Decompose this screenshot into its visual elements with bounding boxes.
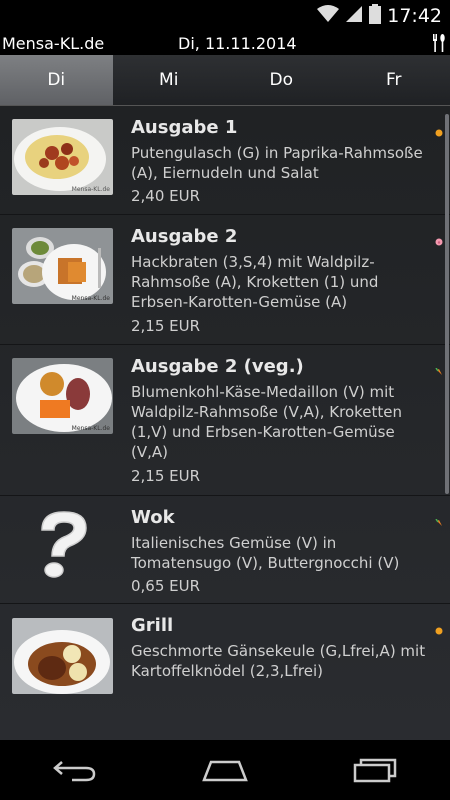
orange-dot-icon — [435, 620, 443, 635]
meal-description: Italienisches Gemüse (V) in Tomatensugo … — [131, 534, 400, 572]
navigation-bar — [0, 740, 450, 800]
home-icon — [202, 760, 248, 782]
svg-text:Mensa-KL.de: Mensa-KL.de — [72, 425, 111, 432]
back-arrow-icon — [53, 761, 96, 782]
carrot-icon — [435, 361, 443, 375]
wifi-icon — [317, 5, 340, 27]
list-item[interactable]: Wok Italienisches Gemüse (V) in Tomatens… — [0, 496, 450, 604]
meal-price: 2,40 EUR — [131, 187, 201, 205]
pig-icon — [435, 231, 443, 246]
carrot-icon — [435, 512, 443, 526]
meal-price: 0,65 EUR — [131, 577, 201, 595]
status-bar: 17:42 — [0, 0, 450, 33]
home-button[interactable] — [195, 750, 255, 790]
svg-text:Mensa-KL.de: Mensa-KL.de — [72, 295, 111, 302]
meal-title: Wok — [131, 507, 175, 528]
orange-dot-icon — [435, 122, 443, 137]
tab-fr[interactable]: Fr — [338, 55, 450, 105]
meal-price: 2,15 EUR — [131, 317, 201, 335]
app-title: Mensa-KL.de — [2, 34, 105, 53]
battery-icon — [369, 4, 382, 28]
meal-photo — [12, 618, 113, 694]
meal-description: Hackbraten (3,S,4) mit Waldpilz-Rahmsoße… — [131, 253, 379, 311]
list-item[interactable]: Mensa-KL.de Ausgabe 2 (veg.) Blumenkohl-… — [0, 345, 450, 496]
tab-mi[interactable]: Mi — [113, 55, 226, 105]
back-button[interactable] — [45, 750, 105, 790]
meal-title: Ausgabe 1 — [131, 117, 238, 138]
list-item[interactable]: Grill Geschmorte Gänsekeule (G,Lfrei,A) … — [0, 604, 450, 740]
clock: 17:42 — [387, 5, 442, 27]
list-item[interactable]: Mensa-KL.de Ausgabe 2 Hackbraten (3,S,4)… — [0, 215, 450, 345]
meal-list[interactable]: Mensa-KL.de Ausgabe 1 Putengulasch (G) i… — [0, 106, 450, 740]
meal-photo: Mensa-KL.de — [12, 119, 113, 195]
list-item[interactable]: Mensa-KL.de Ausgabe 1 Putengulasch (G) i… — [0, 106, 450, 215]
cutlery-icon[interactable] — [432, 34, 446, 52]
signal-icon — [345, 5, 363, 27]
meal-photo: Mensa-KL.de — [12, 228, 113, 304]
question-mark-placeholder — [12, 508, 113, 584]
meal-description: Geschmorte Gänsekeule (G,Lfrei,A) mit Ka… — [131, 642, 426, 680]
tab-do[interactable]: Do — [225, 55, 338, 105]
tab-di[interactable]: Di — [0, 55, 113, 105]
meal-photo: Mensa-KL.de — [12, 358, 113, 434]
current-date: Di, 11.11.2014 — [178, 34, 297, 53]
meal-description: Blumenkohl-Käse-Medaillon (V) mit Waldpi… — [131, 383, 402, 461]
meal-title: Ausgabe 2 (veg.) — [131, 356, 304, 377]
app-header: Mensa-KL.de Di, 11.11.2014 — [0, 33, 450, 55]
meal-title: Grill — [131, 615, 174, 636]
day-tabs: Di Mi Do Fr — [0, 55, 450, 106]
recent-apps-icon — [353, 758, 397, 783]
meal-title: Ausgabe 2 — [131, 226, 238, 247]
recent-apps-button[interactable] — [345, 750, 405, 790]
scrollbar[interactable] — [445, 114, 449, 494]
svg-text:Mensa-KL.de: Mensa-KL.de — [72, 186, 111, 193]
meal-description: Putengulasch (G) in Paprika-Rahmsoße (A)… — [131, 144, 423, 182]
meal-price: 2,15 EUR — [131, 467, 201, 485]
